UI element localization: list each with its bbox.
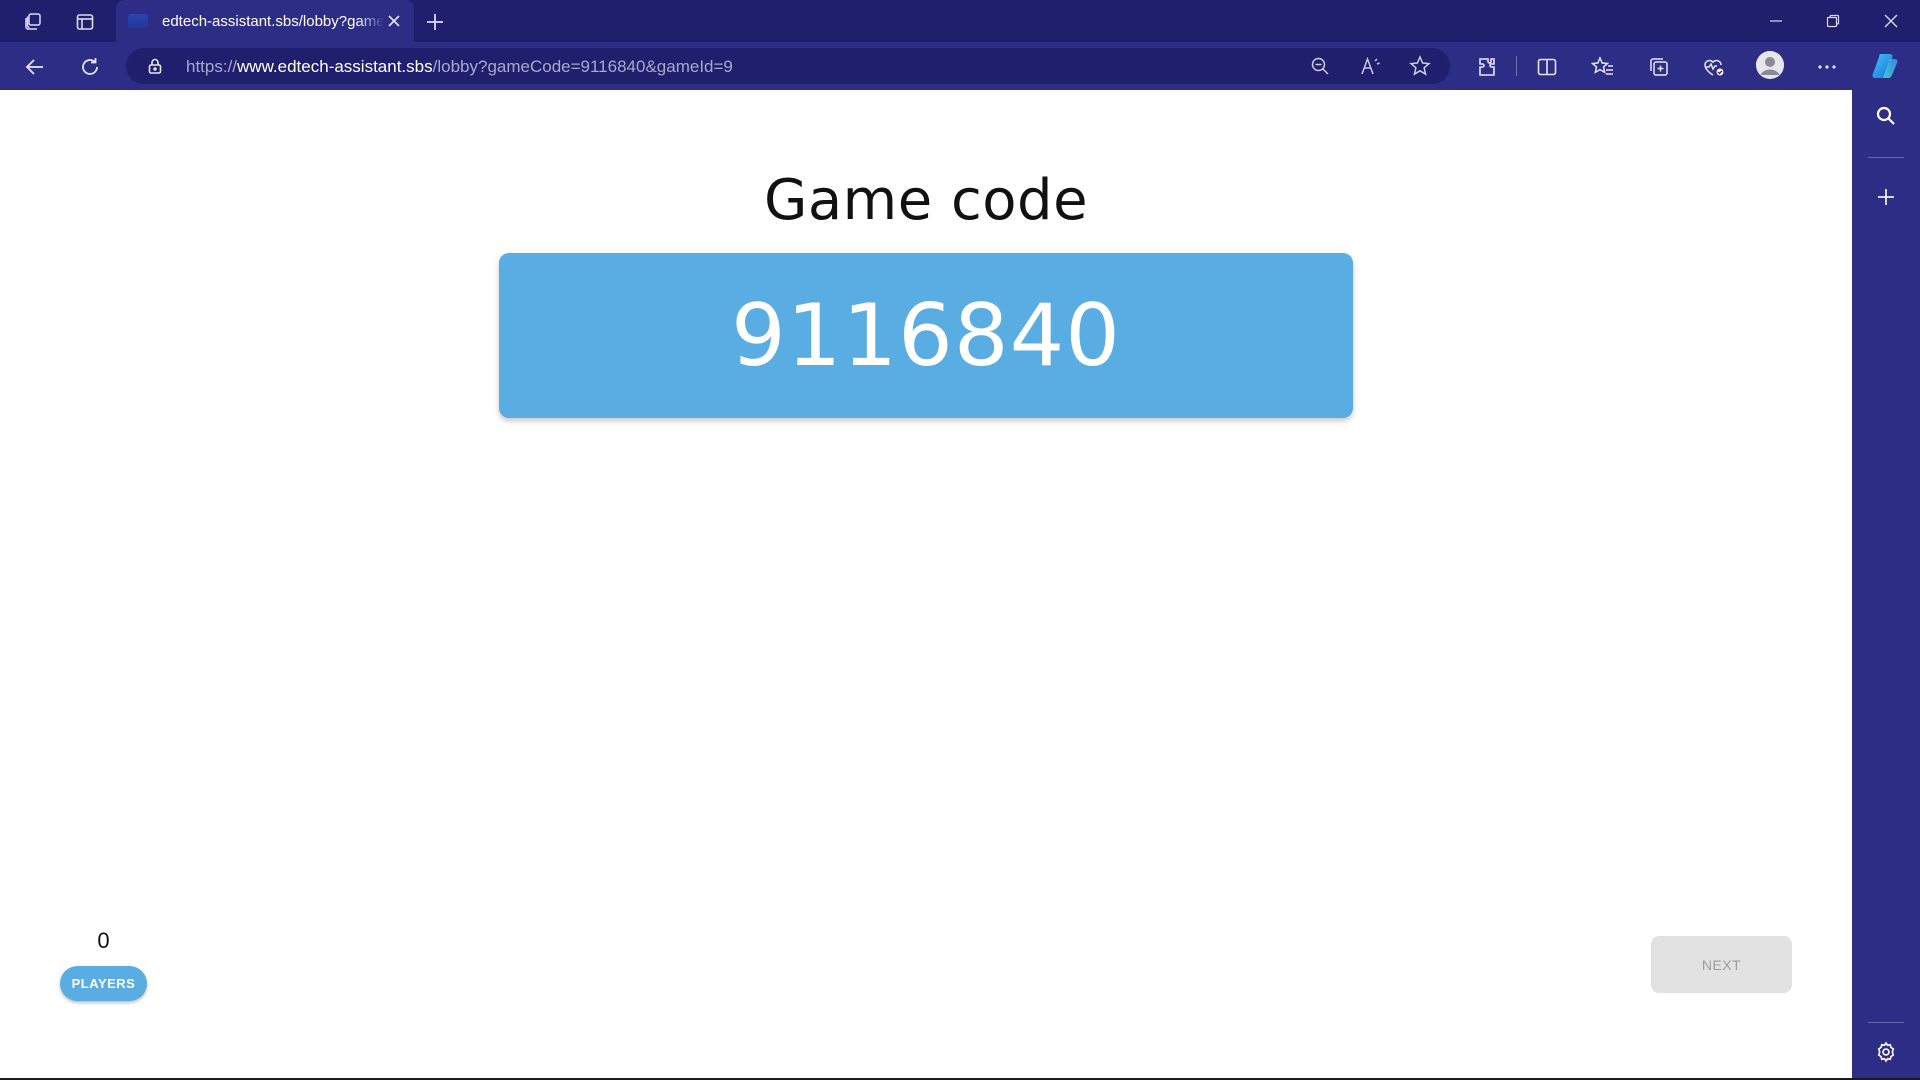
restore-icon[interactable] bbox=[1818, 8, 1848, 34]
favorite-star-icon[interactable] bbox=[1409, 55, 1431, 77]
page-title: Game code bbox=[763, 168, 1089, 233]
browser-toolbar: https://www.edtech-assistant.sbs/lobby?g… bbox=[0, 42, 1920, 90]
sidebar-divider bbox=[1868, 1022, 1904, 1023]
more-options-icon[interactable] bbox=[1813, 53, 1841, 81]
tab-actions-icon[interactable] bbox=[72, 9, 98, 35]
tab-title: edtech-assistant.sbs/lobby?gameCode=9116… bbox=[162, 12, 384, 30]
profile-avatar[interactable] bbox=[1756, 51, 1784, 79]
close-window-icon[interactable] bbox=[1876, 8, 1906, 34]
workspaces-icon[interactable] bbox=[20, 9, 46, 35]
settings-gear-icon[interactable] bbox=[1874, 1040, 1898, 1064]
sidebar-divider bbox=[1868, 157, 1904, 158]
favorites-list-icon[interactable] bbox=[1589, 53, 1617, 81]
browser-essentials-icon[interactable] bbox=[1700, 53, 1728, 81]
tab-active[interactable]: edtech-assistant.sbs/lobby?gameCode=9116… bbox=[116, 0, 414, 42]
lock-icon[interactable] bbox=[146, 57, 164, 75]
url-host: www.edtech-assistant.sbs bbox=[237, 57, 433, 76]
url-scheme: https:// bbox=[186, 57, 238, 76]
next-button[interactable]: NEXT bbox=[1651, 936, 1792, 993]
close-tab-icon[interactable] bbox=[384, 11, 404, 31]
browser-sidebar bbox=[1852, 90, 1920, 1078]
lobby-page: Game code 9116840 0 PLAYERS NEXT bbox=[0, 90, 1852, 1078]
zoom-out-icon[interactable] bbox=[1309, 55, 1331, 77]
game-code-value: 9116840 bbox=[730, 285, 1121, 386]
refresh-icon[interactable] bbox=[76, 53, 104, 81]
tab-bar: edtech-assistant.sbs/lobby?gameCode=9116… bbox=[0, 0, 1920, 42]
extensions-icon[interactable] bbox=[1473, 53, 1501, 81]
copilot-icon[interactable] bbox=[1870, 51, 1900, 81]
add-icon[interactable] bbox=[1874, 185, 1898, 209]
search-icon[interactable] bbox=[1874, 104, 1898, 128]
collections-icon[interactable] bbox=[1645, 53, 1673, 81]
url-text[interactable]: https://www.edtech-assistant.sbs/lobby?g… bbox=[186, 57, 733, 77]
player-count: 0 bbox=[97, 928, 110, 953]
toolbar-divider bbox=[1516, 56, 1517, 76]
read-aloud-icon[interactable] bbox=[1360, 55, 1382, 77]
minimize-icon[interactable] bbox=[1761, 8, 1791, 34]
site-favicon-icon bbox=[128, 14, 148, 28]
new-tab-icon[interactable] bbox=[422, 9, 448, 35]
url-path: /lobby?gameCode=9116840&gameId=9 bbox=[432, 57, 733, 76]
split-screen-icon[interactable] bbox=[1533, 53, 1561, 81]
players-button[interactable]: PLAYERS bbox=[60, 966, 147, 1001]
back-icon[interactable] bbox=[21, 53, 49, 81]
game-code-card: 9116840 bbox=[499, 253, 1353, 418]
address-bar[interactable]: https://www.edtech-assistant.sbs/lobby?g… bbox=[126, 48, 1450, 84]
